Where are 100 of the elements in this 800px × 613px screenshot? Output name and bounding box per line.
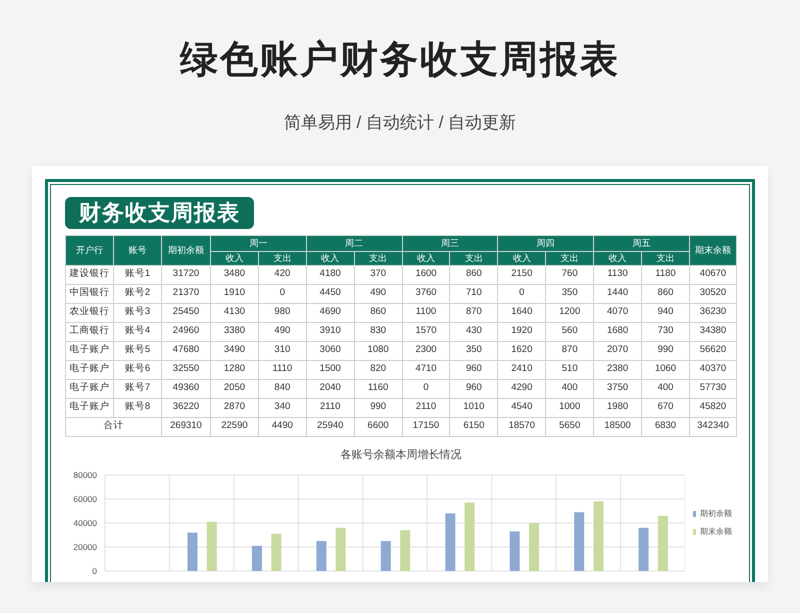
table-cell: 3480 [210, 265, 258, 284]
bar [206, 522, 217, 571]
table-cell: 4710 [402, 360, 450, 379]
table-cell: 560 [546, 322, 594, 341]
table-cell: 730 [642, 322, 690, 341]
legend-label: 期末余额 [700, 526, 732, 538]
table-cell: 2040 [306, 379, 354, 398]
table-cell: 3910 [306, 322, 354, 341]
table-cell: 860 [642, 284, 690, 303]
table-cell: 账号6 [114, 360, 162, 379]
table-cell: 710 [450, 284, 498, 303]
column-header: 收入 [210, 251, 258, 265]
axis-tick-label: 0 [92, 566, 97, 576]
bar [336, 528, 346, 571]
axis-tick-label: 20000 [73, 542, 97, 552]
table-cell: 980 [258, 303, 306, 322]
bar [510, 531, 520, 571]
table-cell: 760 [546, 265, 594, 284]
table-cell: 840 [258, 379, 306, 398]
column-header: 支出 [354, 251, 402, 265]
table-cell: 56620 [690, 341, 736, 360]
table-cell: 4130 [210, 303, 258, 322]
table-cell: 账号1 [114, 265, 162, 284]
table-cell: 1640 [498, 303, 546, 322]
table-cell: 1110 [258, 360, 306, 379]
table-cell: 中国银行 [66, 284, 114, 303]
column-header: 期末余额 [690, 235, 736, 265]
table-cell: 18500 [594, 417, 642, 436]
table-cell: 1160 [354, 379, 402, 398]
column-header: 收入 [498, 251, 546, 265]
table-cell: 2050 [210, 379, 258, 398]
table-cell: 农业银行 [66, 303, 114, 322]
table-cell: 370 [354, 265, 402, 284]
column-header: 支出 [642, 251, 690, 265]
table-cell: 6830 [642, 417, 690, 436]
bar [574, 512, 584, 571]
bar [594, 501, 604, 571]
axis-tick-label: 40000 [73, 518, 97, 528]
table-cell: 940 [642, 303, 690, 322]
table-cell: 21370 [162, 284, 210, 303]
table-cell: 账号2 [114, 284, 162, 303]
table-cell: 4180 [306, 265, 354, 284]
table-cell: 建设银行 [66, 265, 114, 284]
table-cell: 1280 [210, 360, 258, 379]
table-cell: 342340 [690, 417, 736, 436]
table-cell: 340 [258, 398, 306, 417]
table-cell: 3380 [210, 322, 258, 341]
column-header: 账号 [114, 235, 162, 265]
bar [380, 541, 391, 571]
table-cell: 36230 [690, 303, 736, 322]
table-cell: 1100 [402, 303, 450, 322]
column-header: 支出 [546, 251, 594, 265]
table-cell: 670 [642, 398, 690, 417]
table-cell: 990 [354, 398, 402, 417]
column-header: 周五 [594, 235, 690, 251]
table-cell: 账号5 [114, 341, 162, 360]
chart-title: 各账号余额本周增长情况 [340, 448, 462, 462]
table-cell: 870 [546, 341, 594, 360]
table-cell: 1180 [642, 265, 690, 284]
table-cell: 电子账户 [66, 379, 114, 398]
table-cell: 30520 [690, 284, 736, 303]
bar [188, 532, 198, 571]
table-cell: 4450 [306, 284, 354, 303]
table-cell: 1080 [354, 341, 402, 360]
table-cell: 电子账户 [66, 341, 114, 360]
table-cell: 2070 [594, 341, 642, 360]
table-cell: 6600 [354, 417, 402, 436]
bar [529, 523, 540, 571]
column-header: 收入 [306, 251, 354, 265]
table-cell: 32550 [162, 360, 210, 379]
table-cell: 4290 [498, 379, 546, 398]
table-cell: 2410 [498, 360, 546, 379]
table-cell: 350 [546, 284, 594, 303]
table-cell: 合计 [66, 417, 162, 436]
legend-label: 期初余额 [700, 508, 732, 520]
table-cell: 2300 [402, 341, 450, 360]
table-cell: 25940 [306, 417, 354, 436]
table-cell: 账号3 [114, 303, 162, 322]
table-cell: 4070 [594, 303, 642, 322]
table-cell: 1060 [642, 360, 690, 379]
table-cell: 18570 [498, 417, 546, 436]
table-cell: 57730 [690, 379, 736, 398]
table-cell: 账号8 [114, 398, 162, 417]
column-header: 收入 [594, 251, 642, 265]
table-cell: 36220 [162, 398, 210, 417]
table-cell: 1130 [594, 265, 642, 284]
table-cell: 49360 [162, 379, 210, 398]
table-cell: 3760 [402, 284, 450, 303]
axis-tick-label: 80000 [73, 470, 97, 480]
table-cell: 1920 [498, 322, 546, 341]
bar [400, 530, 410, 571]
table-cell: 22590 [210, 417, 258, 436]
table-cell: 990 [642, 341, 690, 360]
table-cell: 3750 [594, 379, 642, 398]
table-cell: 420 [258, 265, 306, 284]
table-cell: 31720 [162, 265, 210, 284]
table-cell: 510 [546, 360, 594, 379]
table-cell: 账号4 [114, 322, 162, 341]
table-cell: 430 [450, 322, 498, 341]
table-cell: 45820 [690, 398, 736, 417]
